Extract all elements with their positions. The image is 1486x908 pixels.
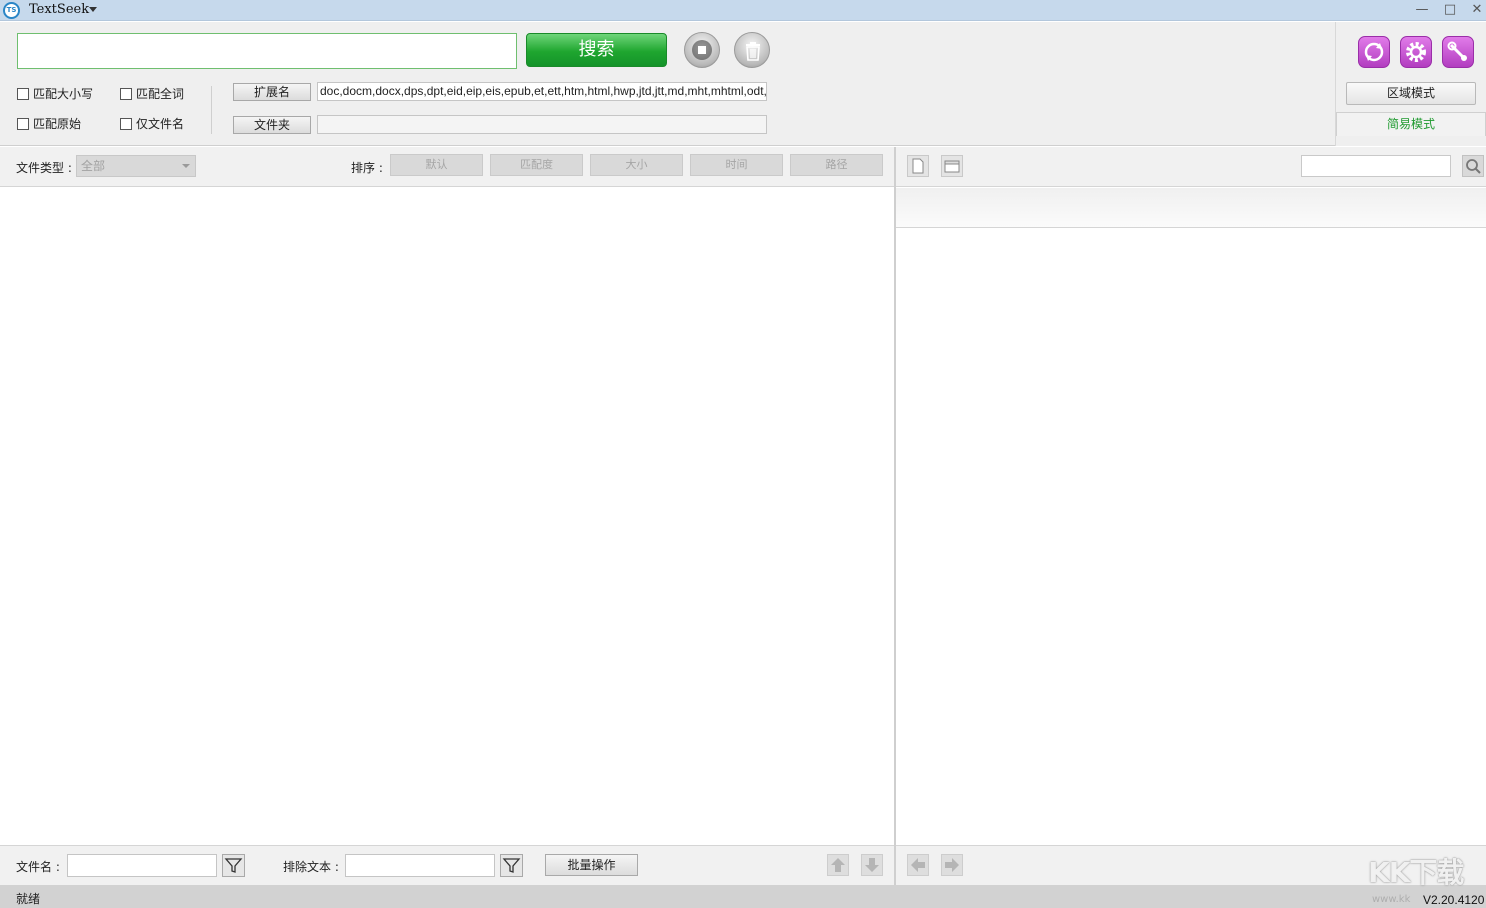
- exclude-text-label: 排除文本 :: [283, 860, 339, 874]
- stop-icon: [692, 40, 712, 60]
- search-icon: [1466, 159, 1481, 174]
- sort-path-button[interactable]: 路径: [790, 154, 883, 176]
- search-area: 搜索 匹配大小写 匹配全词 匹配原始 仅文件名 扩展名 doc,docm,doc…: [0, 22, 1486, 146]
- filetype-label: 文件类型 :: [16, 161, 72, 175]
- extension-button[interactable]: 扩展名: [233, 83, 311, 101]
- status-bar: 就绪: [0, 885, 1486, 908]
- app-logo: TS: [3, 2, 20, 19]
- checkbox-box: [17, 117, 29, 130]
- title-menu-chevron-icon[interactable]: [89, 7, 97, 12]
- move-down-button[interactable]: [861, 854, 883, 876]
- match-case-label: 匹配大小写: [33, 87, 94, 101]
- filter-icon: [224, 858, 243, 873]
- preview-toolbar: [896, 147, 1486, 187]
- checkbox-box: [120, 87, 132, 100]
- match-whole-word-checkbox[interactable]: 匹配全词: [120, 85, 184, 102]
- match-original-checkbox[interactable]: 匹配原始: [17, 115, 81, 132]
- folder-field[interactable]: [317, 115, 767, 134]
- maximize-button[interactable]: □: [1441, 1, 1459, 19]
- watermark-logo: KK下载: [1368, 856, 1464, 889]
- sort-label: 排序 :: [351, 161, 383, 175]
- search-input[interactable]: [17, 33, 517, 69]
- chevron-down-icon: [182, 164, 190, 168]
- refresh-icon: [1364, 42, 1384, 62]
- results-footer: 文件名 : 排除文本 : 批量操作: [0, 845, 894, 885]
- next-match-button[interactable]: [941, 854, 963, 876]
- results-list[interactable]: [0, 188, 894, 844]
- arrow-up-icon: [831, 858, 845, 872]
- title-bar: TS TextSeek — □ ✕: [0, 0, 1486, 21]
- filename-filter-label: 文件名 :: [16, 860, 60, 874]
- stop-button[interactable]: [684, 32, 720, 68]
- version-label: V2.20.4120: [1423, 893, 1485, 907]
- tools-button[interactable]: [1442, 36, 1474, 68]
- match-case-checkbox[interactable]: 匹配大小写: [17, 85, 93, 102]
- results-toolbar: 文件类型 : 全部 排序 : 默认 匹配度 大小 时间 路径: [0, 147, 894, 187]
- arrow-left-icon: [911, 858, 925, 872]
- previous-match-button[interactable]: [907, 854, 929, 876]
- sort-size-button[interactable]: 大小: [590, 154, 683, 176]
- match-original-label: 匹配原始: [33, 117, 82, 131]
- open-file-button[interactable]: [907, 155, 929, 177]
- sort-default-button[interactable]: 默认: [390, 154, 483, 176]
- app-title: TextSeek: [29, 2, 90, 17]
- trash-icon: [746, 42, 760, 61]
- file-icon: [912, 158, 924, 174]
- exclude-filter-button[interactable]: [500, 854, 523, 877]
- watermark-url: www.kk: [1372, 894, 1411, 905]
- folder-icon: [944, 160, 960, 173]
- close-button[interactable]: ✕: [1468, 1, 1486, 19]
- filename-only-checkbox[interactable]: 仅文件名: [120, 115, 184, 132]
- extension-field[interactable]: doc,docm,docx,dps,dpt,eid,eip,eis,epub,e…: [317, 82, 767, 101]
- simple-mode-tab[interactable]: 简易模式: [1336, 112, 1486, 136]
- filename-filter-input[interactable]: [67, 854, 217, 877]
- folder-button[interactable]: 文件夹: [233, 116, 311, 134]
- match-whole-word-label: 匹配全词: [136, 87, 185, 101]
- batch-operation-button[interactable]: 批量操作: [545, 854, 638, 876]
- checkbox-box: [17, 87, 29, 100]
- arrow-down-icon: [865, 858, 879, 872]
- minimize-button[interactable]: —: [1413, 1, 1431, 19]
- search-button[interactable]: 搜索: [526, 33, 667, 67]
- checkbox-box: [120, 117, 132, 130]
- clear-button[interactable]: [734, 32, 770, 68]
- preview-search-button[interactable]: [1462, 155, 1484, 177]
- region-mode-button[interactable]: 区域模式: [1346, 82, 1476, 105]
- move-up-button[interactable]: [827, 854, 849, 876]
- status-text: 就绪: [16, 892, 41, 906]
- gear-icon: [1406, 42, 1426, 62]
- refresh-button[interactable]: [1358, 36, 1390, 68]
- settings-button[interactable]: [1400, 36, 1432, 68]
- wrench-icon: [1447, 41, 1467, 61]
- preview-header: [896, 188, 1486, 228]
- open-folder-button[interactable]: [941, 155, 963, 177]
- arrow-right-icon: [945, 858, 959, 872]
- exclude-text-input[interactable]: [345, 854, 495, 877]
- preview-search-input[interactable]: [1301, 155, 1451, 177]
- filetype-value: 全部: [81, 159, 106, 173]
- divider: [211, 86, 212, 134]
- mode-panel: 区域模式 简易模式: [1335, 22, 1486, 146]
- filename-only-label: 仅文件名: [136, 117, 185, 131]
- preview-content[interactable]: [896, 229, 1486, 844]
- filename-filter-button[interactable]: [222, 854, 245, 877]
- filetype-select[interactable]: 全部: [76, 155, 196, 177]
- sort-time-button[interactable]: 时间: [690, 154, 783, 176]
- filter-icon: [502, 858, 521, 873]
- sort-relevance-button[interactable]: 匹配度: [490, 154, 583, 176]
